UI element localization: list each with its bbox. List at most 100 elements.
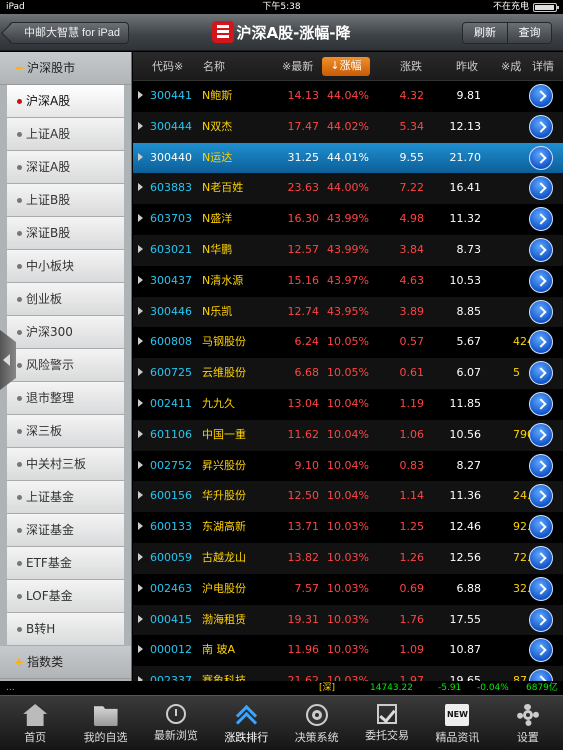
sidebar-item[interactable]: 上证B股 — [7, 184, 124, 217]
detail-arrow-icon[interactable] — [529, 484, 553, 509]
refresh-button[interactable]: 刷新 — [463, 23, 507, 43]
table-row[interactable]: 603703 N盛洋 16.30 43.99% 4.98 11.32 — [133, 204, 563, 235]
sidebar-item[interactable]: 创业板 — [7, 283, 124, 316]
row-expand-icon[interactable] — [138, 645, 143, 654]
detail-arrow-icon[interactable] — [529, 145, 553, 170]
sidebar-item[interactable]: B转H — [7, 613, 124, 646]
sidebar-item[interactable]: 中关村三板 — [7, 448, 124, 481]
row-expand-icon[interactable] — [138, 522, 143, 531]
detail-arrow-icon[interactable] — [529, 361, 553, 386]
row-expand-icon[interactable] — [138, 337, 143, 346]
table-row[interactable]: 002752 昇兴股份 9.10 10.04% 0.83 8.27 — [133, 451, 563, 482]
tab-clock[interactable]: 最新浏览 — [141, 696, 211, 750]
header-name[interactable]: 名称 — [203, 52, 225, 81]
row-expand-icon[interactable] — [138, 91, 143, 99]
detail-arrow-icon[interactable] — [529, 176, 553, 201]
sidebar-item[interactable]: 深三板 — [7, 415, 124, 448]
row-expand-icon[interactable] — [138, 214, 143, 223]
table-row[interactable]: 002411 九九久 13.04 10.04% 1.19 11.85 — [133, 389, 563, 420]
tab-new-badge[interactable]: NEW 精品资讯 — [422, 696, 492, 750]
row-expand-icon[interactable] — [138, 583, 143, 592]
table-row[interactable]: 600059 古越龙山 13.82 10.03% 1.26 12.56 72. — [133, 542, 563, 574]
tab-double-chevron-up[interactable]: 涨跌排行 — [211, 696, 281, 750]
table-row[interactable]: 601106 中国一重 11.62 10.04% 1.06 10.56 790 — [133, 419, 563, 451]
row-expand-icon[interactable] — [138, 491, 143, 500]
header-volume[interactable]: ※成 — [501, 52, 521, 81]
detail-arrow-icon[interactable] — [529, 207, 553, 232]
table-row[interactable]: 000415 渤海租赁 19.31 10.03% 1.76 17.55 — [133, 604, 563, 636]
row-expand-icon[interactable] — [138, 306, 143, 315]
row-expand-icon[interactable] — [138, 460, 143, 469]
sidebar-item[interactable]: 退市整理 — [7, 382, 124, 415]
detail-arrow-icon[interactable] — [529, 268, 553, 293]
sidebar-item[interactable]: 沪深A股 — [7, 85, 124, 118]
sidebar-item[interactable]: ETF基金 — [7, 547, 124, 580]
row-expand-icon[interactable] — [138, 275, 143, 284]
charging-status: 不在充电 — [492, 2, 529, 12]
tab-target[interactable]: 决策系统 — [282, 696, 352, 750]
table-row[interactable]: 002337 赛象科技 21.62 10.03% 1.97 19.65 87 — [133, 666, 563, 681]
tab-gear[interactable]: 设置 — [493, 696, 563, 750]
header-price[interactable]: ※最新 — [282, 52, 313, 81]
sidebar-item[interactable]: 中小板块 — [7, 250, 124, 283]
table-row[interactable]: 300441 N鲍斯 14.13 44.04% 4.32 9.81 — [133, 81, 563, 112]
cell-prev-close: 8.85 — [456, 304, 482, 318]
table-row[interactable]: 300444 N双杰 17.47 44.02% 5.34 12.13 — [133, 111, 563, 143]
detail-arrow-icon[interactable] — [529, 391, 553, 416]
table-row[interactable]: 600156 华升股份 12.50 10.04% 1.14 11.36 24. — [133, 481, 563, 513]
table-row[interactable]: 002463 沪电股份 7.57 10.03% 0.69 6.88 32. — [133, 574, 563, 605]
sidebar-item[interactable]: LOF基金 — [7, 580, 124, 613]
tab-label: 最新浏览 — [153, 729, 198, 742]
header-code[interactable]: 代码※ — [152, 52, 183, 81]
sidebar-item[interactable]: 上证基金 — [7, 481, 124, 514]
tab-checkbox[interactable]: 委托交易 — [352, 696, 422, 750]
detail-arrow-icon[interactable] — [529, 669, 553, 681]
table-row[interactable]: 000012 南 玻A 11.96 10.03% 1.09 10.87 — [133, 635, 563, 666]
detail-arrow-icon[interactable] — [529, 515, 553, 540]
sidebar-section-shenzhen-shanghai[interactable]: − 沪深股市 — [0, 52, 131, 85]
sidebar-item[interactable]: 沪深300 — [7, 316, 124, 349]
table-row[interactable]: 600808 马钢股份 6.24 10.05% 0.57 5.67 424 — [133, 327, 563, 358]
row-expand-icon[interactable] — [138, 121, 143, 130]
table-row[interactable]: 300446 N乐凯 12.74 43.95% 3.89 8.85 — [133, 296, 563, 328]
sidebar-item[interactable]: 风险警示 — [7, 349, 124, 382]
detail-arrow-icon[interactable] — [529, 576, 553, 601]
table-row[interactable]: 603021 N华鹏 12.57 43.99% 3.84 8.73 — [133, 234, 563, 266]
sort-pct-button[interactable]: ↓涨幅 — [322, 57, 370, 76]
detail-arrow-icon[interactable] — [529, 545, 553, 570]
detail-arrow-icon[interactable] — [529, 299, 553, 324]
row-expand-icon[interactable] — [138, 244, 143, 253]
sidebar-item[interactable]: 深证B股 — [7, 217, 124, 250]
detail-arrow-icon[interactable] — [529, 607, 553, 632]
row-expand-icon[interactable] — [138, 398, 143, 407]
header-change[interactable]: 涨跌 — [400, 52, 422, 81]
detail-arrow-icon[interactable] — [529, 114, 553, 139]
row-expand-icon[interactable] — [138, 183, 143, 192]
tab-home[interactable]: 首页 — [0, 696, 70, 750]
table-row[interactable]: 300440 N运达 31.25 44.01% 9.55 21.70 — [133, 142, 563, 174]
table-row[interactable]: 600725 云维股份 6.68 10.05% 0.61 6.07 5 — [133, 358, 563, 389]
row-expand-icon[interactable] — [138, 368, 143, 377]
sidebar-item[interactable]: 深证基金 — [7, 514, 124, 547]
cell-price: 23.63 — [287, 181, 320, 195]
row-expand-icon[interactable] — [138, 552, 143, 561]
sidebar-item[interactable]: 上证A股 — [7, 118, 124, 151]
detail-arrow-icon[interactable] — [529, 330, 553, 355]
tab-folder[interactable]: 我的自选 — [70, 696, 140, 750]
detail-arrow-icon[interactable] — [529, 237, 553, 262]
row-expand-icon[interactable] — [138, 152, 143, 161]
detail-arrow-icon[interactable] — [529, 453, 553, 478]
detail-arrow-icon[interactable] — [529, 638, 553, 663]
detail-arrow-icon[interactable] — [529, 84, 553, 108]
row-expand-icon[interactable] — [138, 429, 143, 438]
table-row[interactable]: 600133 东湖高新 13.71 10.03% 1.25 12.46 92. — [133, 512, 563, 543]
sidebar-section-index[interactable]: + 指数类 — [0, 646, 131, 679]
detail-arrow-icon[interactable] — [529, 422, 553, 447]
header-prev-close[interactable]: 昨收 — [456, 52, 478, 81]
query-button[interactable]: 查询 — [507, 23, 551, 43]
table-row[interactable]: 300437 N清水源 15.16 43.97% 4.63 10.53 — [133, 266, 563, 297]
row-expand-icon[interactable] — [138, 614, 143, 623]
table-row[interactable]: 603883 N老百姓 23.63 44.00% 7.22 16.41 — [133, 173, 563, 205]
sidebar-item[interactable]: 深证A股 — [7, 151, 124, 184]
header-detail: 详情 — [532, 60, 554, 73]
